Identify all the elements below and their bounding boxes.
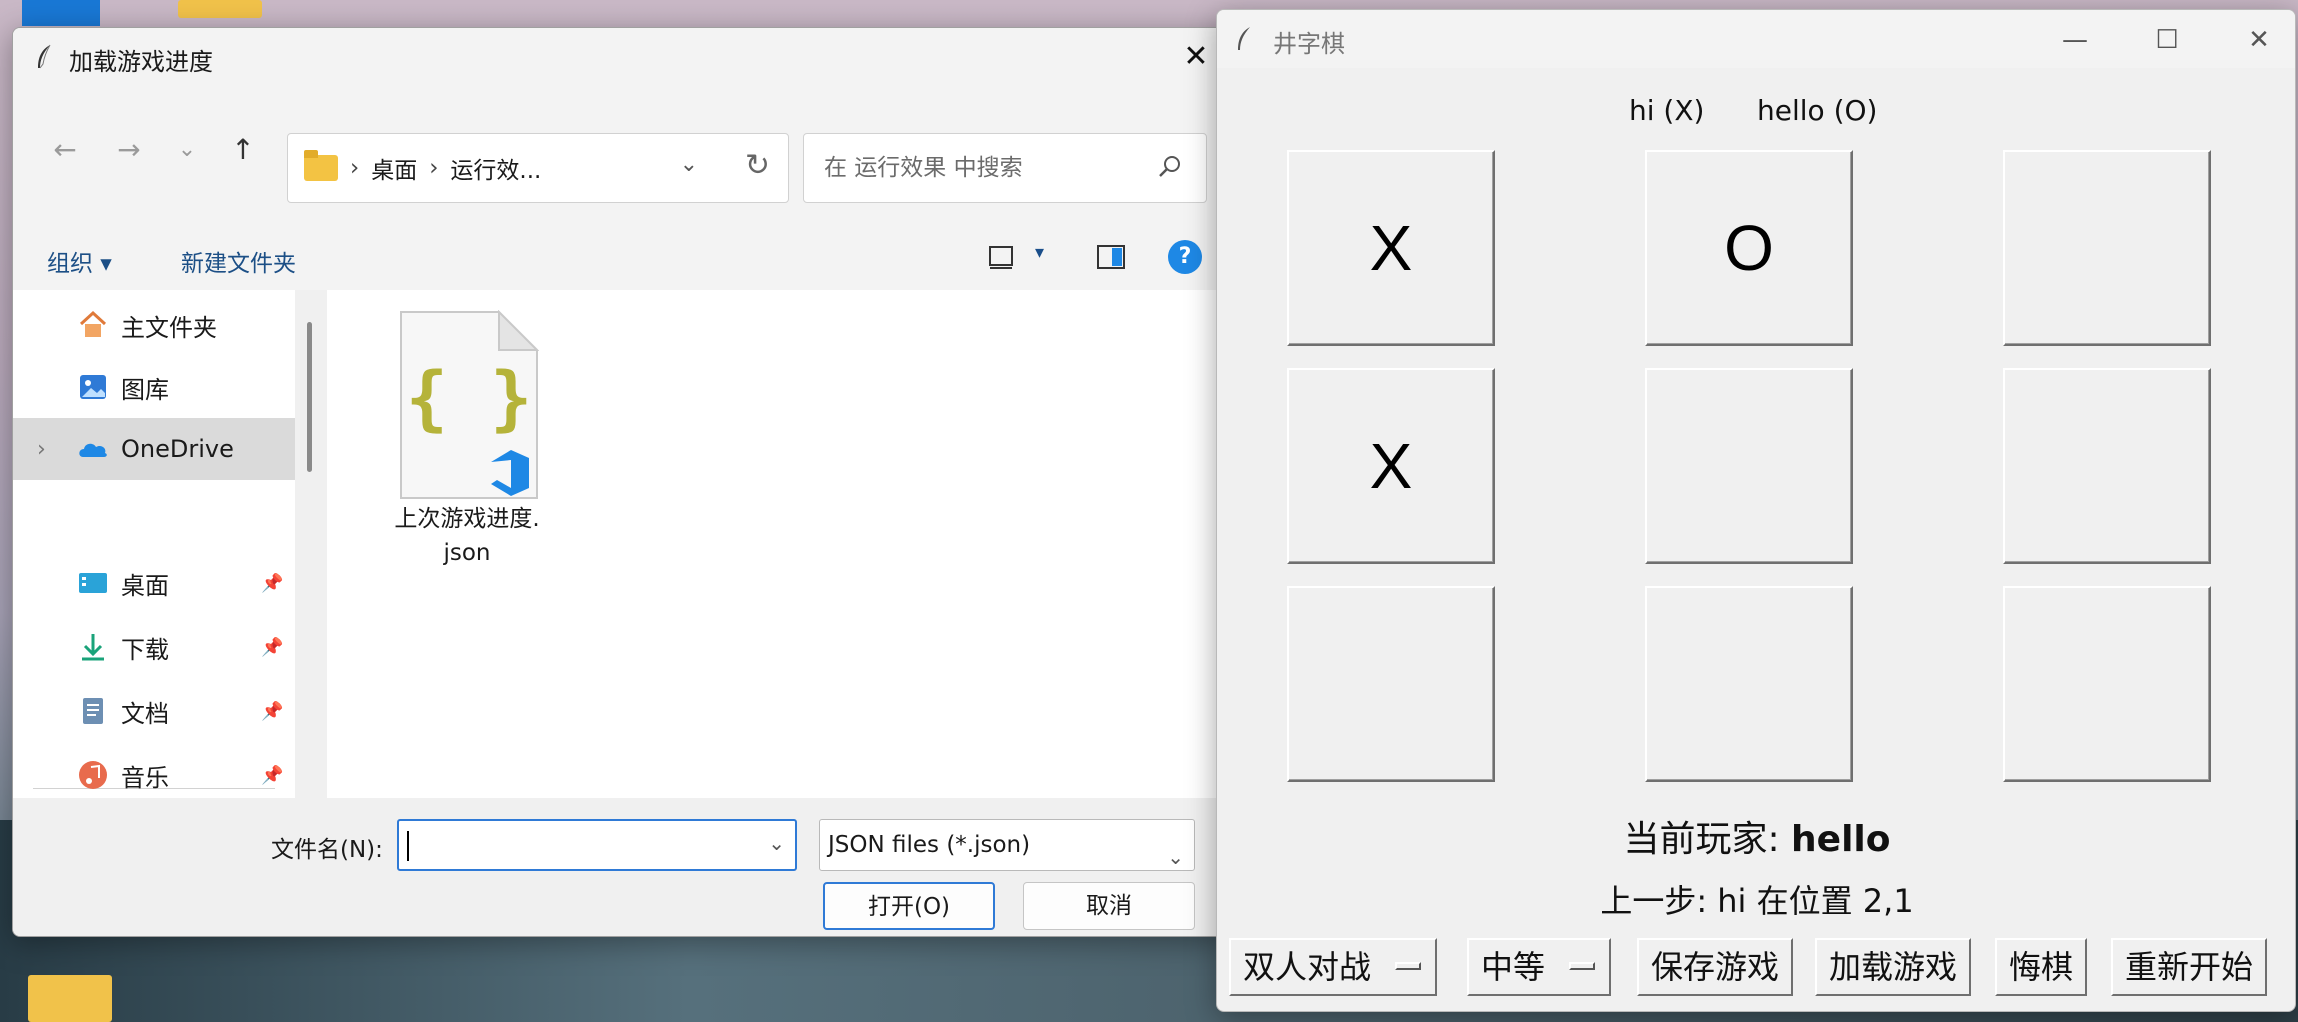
- board-cell-3-2[interactable]: [1645, 586, 1853, 782]
- download-icon: [82, 634, 104, 661]
- sidebar-item-home[interactable]: 主文件夹: [13, 294, 295, 356]
- desktop-folder-icon[interactable]: [28, 975, 112, 1022]
- difficulty-select[interactable]: 中等: [1467, 938, 1611, 996]
- file-name-line2: json: [443, 540, 491, 566]
- address-bar: ← → ⌄ ↑ › 桌面 › 运行效... ⌄ ↻ 在 运行效果 中搜索: [13, 100, 1229, 203]
- file-list: { } 上次游戏进度. json: [327, 290, 1229, 798]
- file-type-select[interactable]: JSON files (*.json) ⌄: [819, 819, 1195, 871]
- expand-chevron-icon[interactable]: ›: [37, 437, 46, 462]
- filename-label: 文件名(N):: [271, 837, 383, 863]
- dialog-titlebar: 加载游戏进度 ✕: [13, 28, 1229, 86]
- current-player-name: hello: [1791, 819, 1891, 860]
- document-icon: [83, 698, 103, 724]
- new-folder-button[interactable]: 新建文件夹: [181, 244, 296, 278]
- pin-icon[interactable]: 📌: [261, 765, 283, 786]
- restart-button[interactable]: 重新开始: [2111, 938, 2267, 996]
- recent-chevron-icon[interactable]: ⌄: [167, 130, 207, 170]
- load-game-button[interactable]: 加载游戏: [1815, 938, 1971, 996]
- maximize-icon[interactable]: ☐: [2147, 24, 2187, 56]
- filename-input[interactable]: ⌄: [397, 819, 797, 871]
- board-cell-3-3[interactable]: [2003, 586, 2211, 782]
- chevron-down-icon[interactable]: ⌄: [1167, 832, 1184, 882]
- desktop-folder-icon[interactable]: [178, 0, 262, 18]
- up-arrow-icon[interactable]: ↑: [223, 130, 263, 170]
- organize-menu[interactable]: 组织 ▾: [47, 244, 112, 278]
- path-breadcrumb[interactable]: › 桌面 › 运行效... ⌄ ↻: [287, 133, 789, 203]
- text-caret: [407, 831, 409, 861]
- sidebar-item-music[interactable]: 音乐 📌: [13, 744, 295, 806]
- pin-icon[interactable]: 📌: [261, 637, 283, 658]
- back-arrow-icon[interactable]: ←: [45, 130, 85, 170]
- sidebar-item-onedrive[interactable]: › OneDrive: [13, 418, 295, 480]
- cancel-button[interactable]: 取消: [1023, 882, 1195, 930]
- board-cell-1-3[interactable]: [2003, 150, 2211, 346]
- navigation-pane: 主文件夹 图库 › OneDrive 桌面 📌 下载 📌 文档 📌 音乐 📌: [13, 290, 295, 798]
- scrollbar-thumb[interactable]: [307, 322, 312, 472]
- dialog-footer: 文件名(N): ⌄ JSON files (*.json) ⌄ 打开(O) 取消: [13, 798, 1229, 936]
- view-mode-icon[interactable]: [988, 242, 1016, 272]
- onedrive-icon: [79, 443, 107, 457]
- board-cell-3-1[interactable]: [1287, 586, 1495, 782]
- player-x-label: hi (X): [1629, 94, 1705, 127]
- tic-tac-toe-window: 井字棋 — ☐ ✕ hi (X) hello (O) X O X 当前玩家: h…: [1216, 9, 2296, 1012]
- pin-icon[interactable]: 📌: [261, 701, 283, 722]
- navigation-scrollbar[interactable]: [295, 290, 327, 798]
- close-icon[interactable]: ✕: [2239, 24, 2279, 56]
- close-icon[interactable]: ✕: [1181, 42, 1211, 72]
- current-player-status: 当前玩家: hello: [1623, 819, 1891, 860]
- board-cell-2-3[interactable]: [2003, 368, 2211, 564]
- gallery-icon: [80, 375, 106, 399]
- chevron-down-icon[interactable]: ⌄: [680, 152, 698, 177]
- board-cell-2-2[interactable]: [1645, 368, 1853, 564]
- option-menu-indicator-icon: [1395, 962, 1421, 970]
- open-button[interactable]: 打开(O): [823, 882, 995, 930]
- board-cell-1-2[interactable]: O: [1645, 150, 1853, 346]
- json-file-icon: { }: [400, 310, 539, 499]
- desktop-app-icon[interactable]: [22, 0, 100, 26]
- load-game-dialog: 加载游戏进度 ✕ ← → ⌄ ↑ › 桌面 › 运行效... ⌄ ↻ 在 运行效…: [12, 27, 1230, 937]
- sidebar-item-downloads[interactable]: 下载 📌: [13, 616, 295, 678]
- forward-arrow-icon[interactable]: →: [109, 130, 149, 170]
- mode-select[interactable]: 双人对战: [1229, 938, 1437, 996]
- home-icon: [79, 310, 107, 337]
- file-item[interactable]: { } 上次游戏进度. json: [387, 310, 547, 570]
- game-title: 井字棋: [1273, 30, 1345, 58]
- view-dropdown-icon[interactable]: ▾: [1035, 242, 1044, 263]
- feather-icon: [1238, 27, 1250, 50]
- search-icon[interactable]: [1158, 154, 1182, 178]
- chevron-down-icon[interactable]: ⌄: [768, 831, 785, 855]
- music-icon: [79, 761, 107, 789]
- help-icon[interactable]: ?: [1168, 240, 1202, 274]
- minimize-icon[interactable]: —: [2055, 24, 2095, 56]
- command-bar: 组织 ▾ 新建文件夹 ▾ ?: [13, 228, 1229, 290]
- refresh-icon[interactable]: ↻: [745, 148, 770, 183]
- sidebar-item-gallery[interactable]: 图库: [13, 356, 295, 418]
- player-o-label: hello (O): [1757, 94, 1878, 127]
- preview-pane-icon[interactable]: [1096, 242, 1126, 272]
- sidebar-item-desktop[interactable]: 桌面 📌: [13, 552, 295, 614]
- feather-icon: [38, 44, 51, 69]
- folder-icon: [304, 150, 338, 181]
- game-titlebar: 井字棋 — ☐ ✕: [1217, 10, 2295, 68]
- breadcrumb-desktop[interactable]: 桌面: [371, 151, 417, 185]
- dialog-title: 加载游戏进度: [69, 48, 213, 76]
- svg-text:{ }: { }: [406, 357, 532, 439]
- sidebar-item-documents[interactable]: 文档 📌: [13, 680, 295, 742]
- file-name-line1: 上次游戏进度.: [394, 506, 540, 532]
- save-game-button[interactable]: 保存游戏: [1637, 938, 1793, 996]
- undo-button[interactable]: 悔棋: [1995, 938, 2087, 996]
- board-cell-2-1[interactable]: X: [1287, 368, 1495, 564]
- search-input[interactable]: 在 运行效果 中搜索: [803, 133, 1207, 203]
- last-move-status: 上一步: hi 在位置 2,1: [1600, 882, 1914, 920]
- breadcrumb-run-effect[interactable]: 运行效...: [450, 151, 541, 185]
- board-cell-1-1[interactable]: X: [1287, 150, 1495, 346]
- option-menu-indicator-icon: [1569, 962, 1595, 970]
- pin-icon[interactable]: 📌: [261, 573, 283, 594]
- desktop-icon: [79, 573, 107, 593]
